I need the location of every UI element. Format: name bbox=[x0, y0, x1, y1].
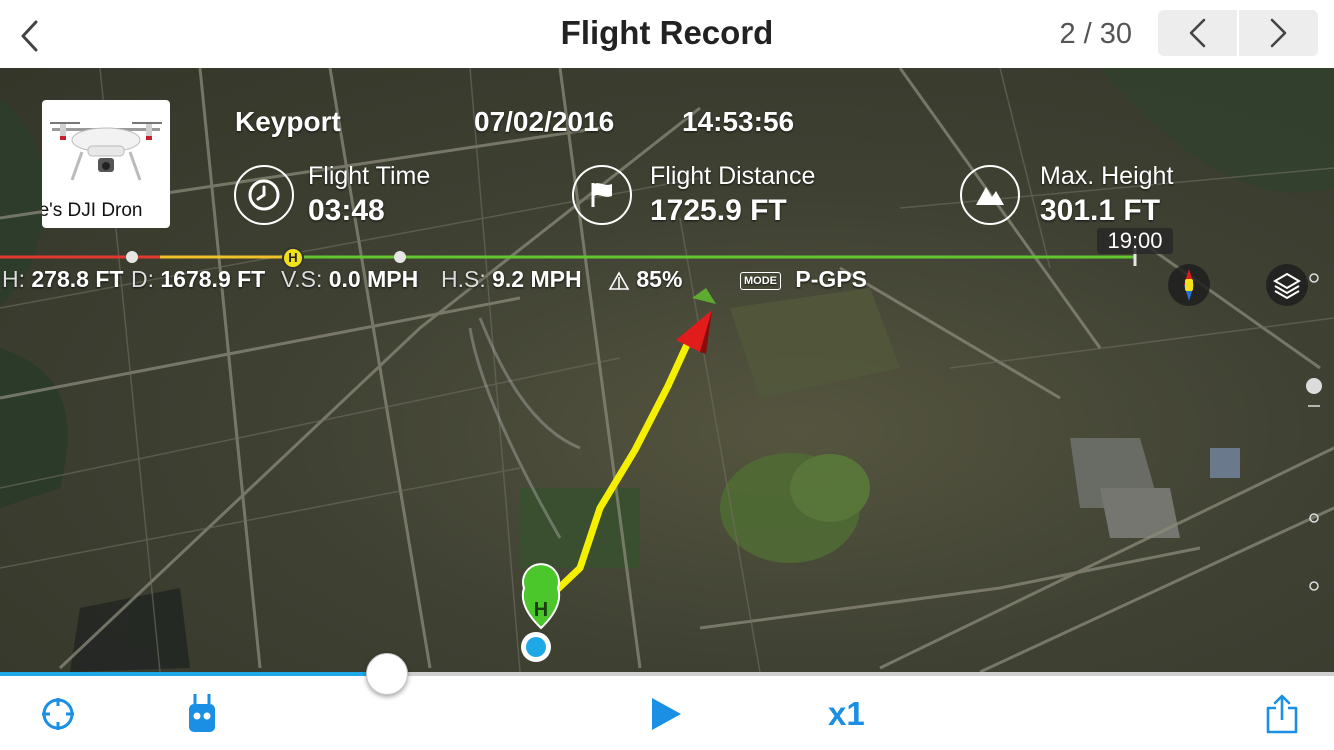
page-title: Flight Record bbox=[560, 14, 774, 51]
flight-location: Keyport bbox=[235, 106, 341, 137]
start-point-dot bbox=[526, 637, 546, 657]
telemetry-height: H: 278.8 FT bbox=[2, 266, 123, 298]
svg-text:H: H bbox=[534, 599, 548, 621]
timeline-bar bbox=[0, 248, 1137, 266]
chevron-left-icon bbox=[21, 20, 38, 52]
telemetry-flight-mode: MODE P-GPS bbox=[740, 266, 867, 298]
vertical-speed-label: V.S: bbox=[281, 266, 323, 292]
chevron-left-icon bbox=[1189, 18, 1206, 48]
mountain-icon bbox=[960, 165, 1020, 225]
playback-progress-fill bbox=[0, 672, 387, 676]
vertical-speed-value: 0.0 MPH bbox=[328, 266, 419, 292]
telemetry-distance: D: 1678.9 FT bbox=[131, 266, 265, 298]
telemetry-vertical-speed: V.S: 0.0 MPH bbox=[281, 266, 418, 298]
next-record-button[interactable] bbox=[1239, 10, 1318, 56]
flight-time-of-day: 14:53:56 bbox=[682, 106, 795, 137]
max-height-label: Max. Height bbox=[1040, 162, 1174, 190]
compass-icon bbox=[1184, 269, 1194, 301]
crosshair-icon bbox=[42, 698, 74, 730]
flag-icon bbox=[572, 165, 632, 225]
share-icon bbox=[1266, 694, 1298, 734]
timeline-marker bbox=[394, 251, 406, 263]
playback-scrubber-handle[interactable] bbox=[365, 653, 408, 695]
map-terrain bbox=[0, 68, 1334, 672]
horizontal-speed-value: 9.2 MPH bbox=[492, 266, 582, 292]
map-minor-roads bbox=[0, 68, 1334, 672]
satellite-map[interactable]: H H ge's DJI Dron Keyport 07/02/2016 14:… bbox=[0, 68, 1334, 672]
timeline-marker bbox=[126, 251, 138, 263]
previous-record-button[interactable] bbox=[1158, 10, 1237, 56]
max-height-value: 301.1 FT bbox=[1040, 194, 1161, 227]
height-label: H: bbox=[2, 266, 25, 292]
map-roads bbox=[0, 68, 1334, 672]
aircraft-name: ge's DJI Dron bbox=[42, 200, 143, 221]
battery-value: 85% bbox=[636, 266, 683, 292]
recenter-button[interactable] bbox=[38, 694, 78, 734]
flight-time-label: Flight Time bbox=[308, 162, 431, 190]
mode-badge: MODE bbox=[740, 271, 781, 290]
chevron-right-icon bbox=[1270, 18, 1287, 48]
battery-signal-icon bbox=[608, 271, 630, 290]
compass-button[interactable] bbox=[1168, 264, 1210, 306]
flight-mode-value: P-GPS bbox=[795, 266, 867, 292]
distance-value: 1678.9 FT bbox=[160, 266, 266, 292]
horizontal-speed-label: H.S: bbox=[441, 266, 486, 292]
layers-icon bbox=[1273, 272, 1301, 300]
telemetry-battery: 85% bbox=[608, 266, 682, 298]
playback-progress-track[interactable] bbox=[0, 672, 1334, 676]
play-button[interactable] bbox=[648, 694, 684, 734]
remote-controller-button[interactable] bbox=[186, 692, 218, 736]
back-button[interactable] bbox=[14, 16, 50, 56]
map-zoom-scale bbox=[1306, 273, 1322, 591]
distance-label: D: bbox=[131, 266, 154, 292]
height-value: 278.8 FT bbox=[31, 266, 124, 292]
timeline-time-badge: 19:00 bbox=[1097, 228, 1173, 254]
header-bar: Flight Record 2 / 30 bbox=[0, 0, 1334, 68]
telemetry-horizontal-speed: H.S: 9.2 MPH bbox=[441, 266, 582, 298]
play-icon bbox=[652, 698, 681, 730]
map-layers-button[interactable] bbox=[1266, 264, 1308, 306]
home-point-marker: H bbox=[521, 563, 561, 630]
map-canvas: H bbox=[0, 68, 1334, 672]
flight-date: 07/02/2016 bbox=[474, 106, 615, 137]
record-counter: 2 / 30 bbox=[1059, 18, 1132, 50]
record-pager bbox=[1158, 10, 1318, 56]
flight-distance-value: 1725.9 FT bbox=[650, 194, 787, 227]
share-button[interactable] bbox=[1264, 692, 1300, 736]
clock-icon bbox=[234, 165, 294, 225]
drone-image bbox=[50, 122, 162, 181]
playback-speed-button[interactable]: x1 bbox=[828, 695, 865, 733]
flight-distance-label: Flight Distance bbox=[650, 162, 816, 190]
aircraft-thumbnail[interactable]: ge's DJI Dron bbox=[42, 100, 170, 228]
flight-time-value: 03:48 bbox=[308, 194, 385, 227]
remote-controller-icon bbox=[189, 694, 215, 732]
